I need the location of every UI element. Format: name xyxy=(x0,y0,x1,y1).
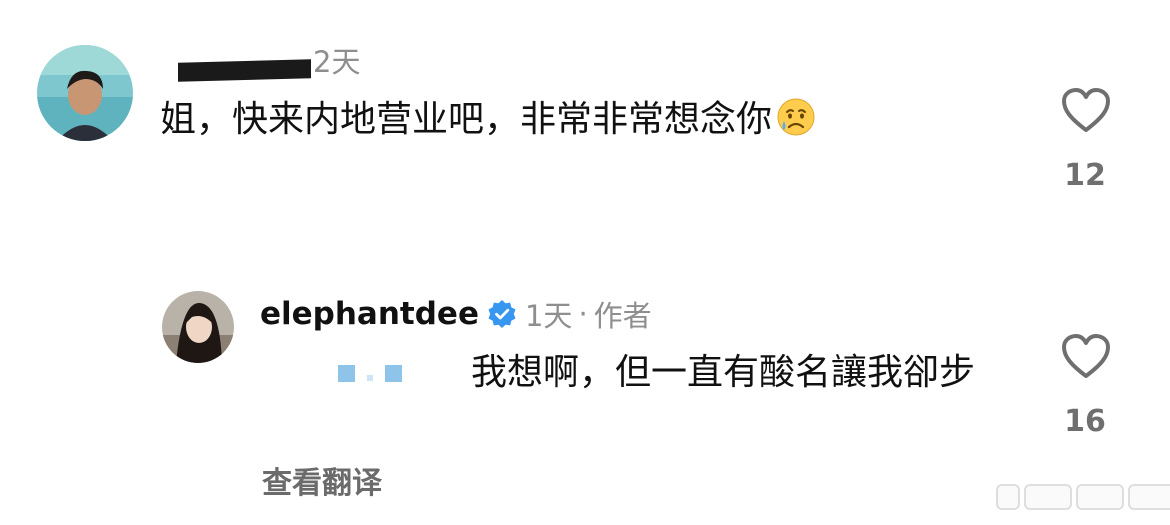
crying-face-emoji-icon xyxy=(776,97,816,137)
comment-body: 我想啊，但一直有酸名讓我卻步 xyxy=(471,352,976,393)
verified-badge-icon xyxy=(488,300,516,328)
like-count: 16 xyxy=(1064,404,1106,439)
like-heart-icon[interactable] xyxy=(1060,86,1112,134)
watermark xyxy=(996,484,1170,510)
comment-text: 我想啊，但一直有酸名讓我卻步 xyxy=(262,347,1002,398)
redacted-username xyxy=(178,59,311,82)
author-label: 作者 xyxy=(593,299,652,333)
comment-timestamp: 1天 xyxy=(524,299,573,333)
username-link[interactable]: elephantdee xyxy=(260,296,479,332)
avatar[interactable] xyxy=(37,45,133,141)
comment-timestamp: 2天 xyxy=(313,45,361,79)
comment-header: elephantdee 1天 · 作者 xyxy=(260,294,652,334)
comment-body: 姐，快来内地营业吧，非常非常想念你 xyxy=(160,99,773,140)
avatar[interactable] xyxy=(162,291,234,363)
like-heart-icon[interactable] xyxy=(1060,332,1112,380)
like-count: 12 xyxy=(1064,158,1106,193)
see-translation-link[interactable]: 查看翻译 xyxy=(262,458,382,502)
comment-text: 姐，快来内地营业吧，非常非常想念你 xyxy=(160,97,816,142)
separator-dot: · xyxy=(578,297,588,331)
